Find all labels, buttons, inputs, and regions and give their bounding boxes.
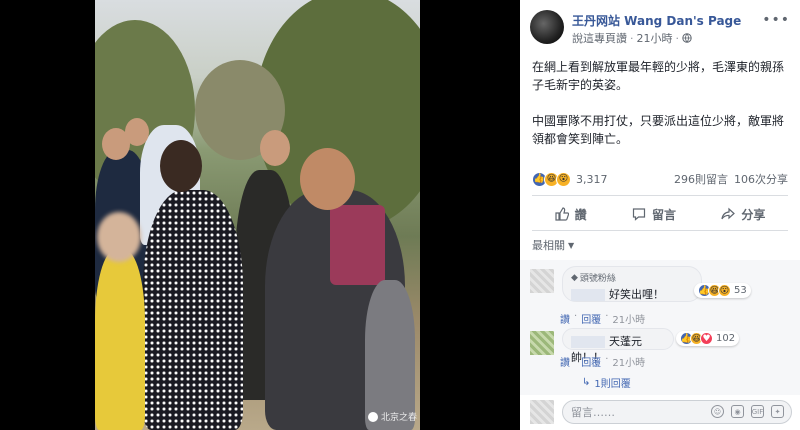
wechat-icon (368, 411, 378, 422)
comment-like-link[interactable]: 讚 (560, 311, 570, 326)
share-button[interactable]: 分享 (721, 206, 765, 223)
comment-meta: 讚 · 回覆 · 21小時 (560, 354, 646, 369)
divider (532, 230, 788, 231)
view-replies-link[interactable]: ↳ 1則回覆 (582, 375, 631, 390)
shares-count[interactable]: 106次分享 (734, 171, 788, 187)
gif-icon[interactable]: GIF (751, 405, 764, 418)
post-side-panel: 王丹网站 Wang Dan's Page 說這專頁讚 · 21小時 · ••• … (520, 0, 800, 430)
post-paragraph: 在網上看到解放軍最年輕的少將，毛澤東的親孫子毛新宇的英姿。 (532, 60, 785, 92)
person (143, 190, 243, 430)
comment-text: 好笑出哩！ (609, 288, 664, 301)
commenter-avatar[interactable] (530, 269, 554, 293)
comment-body: 好笑出哩！ (571, 286, 693, 302)
wow-reaction-icon[interactable]: 😮 (556, 171, 571, 187)
comment-item: 天蓬元帥！！ 👍 😆 ♥ 102 讚 · 回覆 · 21小時 ↳ 1則回覆 (530, 328, 792, 390)
post-actions: 讚 留言 分享 (532, 200, 788, 228)
comment-placeholder: 留言…… (571, 406, 615, 419)
comment-meta: 讚 · 回覆 · 21小時 (560, 311, 646, 326)
composer-tools: ☺ ◉ GIF ✦ (711, 405, 784, 418)
post-time[interactable]: 21小時 (637, 30, 673, 46)
caret-down-icon: ▼ (568, 240, 575, 250)
sticker-icon[interactable]: ✦ (771, 405, 784, 418)
page-name-link[interactable]: 王丹网站 Wang Dan's Page (572, 12, 741, 29)
comments-count[interactable]: 296則留言 (674, 171, 728, 187)
comment-item: ◆ 頭號粉絲 好笑出哩！ 👍 😆 😮 53 讚 · 回覆 · 21小時 (530, 266, 792, 328)
person-head (300, 148, 355, 210)
comment-reaction-count: 102 (716, 333, 736, 344)
comment-reaction-count: 53 (734, 285, 747, 296)
comment-reactions[interactable]: 👍 😆 😮 53 (694, 283, 751, 298)
comment-composer: 留言…… ☺ ◉ GIF ✦ (530, 397, 792, 427)
comment-bubble: 天蓬元帥！！ (562, 328, 674, 364)
top-fan-badge: ◆ 頭號粉絲 (571, 272, 616, 285)
comment-button[interactable]: 留言 (632, 206, 676, 223)
comment-icon (632, 208, 646, 221)
commenter-name[interactable] (571, 289, 605, 301)
camera-icon[interactable]: ◉ (731, 405, 744, 418)
person-head (97, 212, 141, 262)
person (365, 280, 415, 430)
current-user-avatar (530, 400, 554, 424)
comment-time[interactable]: 21小時 (612, 311, 645, 326)
comment-bubble: ◆ 頭號粉絲 好笑出哩！ (562, 266, 702, 302)
page-avatar[interactable] (530, 10, 564, 44)
photo-watermark: 北京之春 (368, 410, 417, 423)
reactions-summary: 👍 😆 😮 3,317 296則留言 106次分享 (532, 170, 788, 188)
share-arrow-icon (721, 207, 736, 220)
post-paragraph: 中國軍隊不用打仗，只要派出這位少將，敵軍將領都會笑到陣亡。 (532, 114, 785, 146)
person-head (160, 140, 202, 192)
emoji-icon[interactable]: ☺ (711, 405, 724, 418)
photo-viewer: 北京之春 (0, 0, 520, 430)
engagement-counts: 296則留言 106次分享 (674, 171, 788, 187)
comment-reactions[interactable]: 👍 😆 ♥ 102 (676, 331, 740, 346)
reply-arrow-icon: ↳ (582, 377, 591, 388)
comment-label: 留言 (651, 207, 676, 222)
comment-time[interactable]: 21小時 (612, 354, 645, 369)
person (95, 250, 145, 430)
post-subline: 說這專頁讚 · 21小時 · (572, 30, 692, 46)
diamond-icon: ◆ (571, 272, 578, 283)
person-head (125, 118, 149, 146)
separator: · (675, 31, 680, 45)
comment-reply-link[interactable]: 回覆 (581, 311, 601, 326)
post-text: 在網上看到解放軍最年輕的少將，毛澤東的親孫子毛新宇的英姿。 中國軍隊不用打仗，只… (532, 58, 788, 166)
comment-reply-link[interactable]: 回覆 (581, 354, 601, 369)
wow-reaction-icon: 😮 (718, 284, 731, 297)
post-photo[interactable] (95, 0, 420, 430)
love-reaction-icon: ♥ (700, 332, 713, 345)
comment-like-link[interactable]: 讚 (560, 354, 570, 369)
like-label: 讚 (574, 207, 587, 222)
separator: · (630, 31, 634, 45)
divider (532, 195, 788, 196)
comments-section: ◆ 頭號粉絲 好笑出哩！ 👍 😆 😮 53 讚 · 回覆 · 21小時 天蓬元帥… (520, 260, 800, 395)
reactions-count[interactable]: 3,317 (576, 173, 608, 186)
more-options-icon[interactable]: ••• (762, 12, 790, 28)
suggest-page-link[interactable]: 說這專頁讚 (572, 30, 627, 46)
person (330, 205, 385, 285)
post-header: 王丹网站 Wang Dan's Page 說這專頁讚 · 21小時 · ••• (530, 10, 792, 50)
sort-label: 最相關 (532, 239, 565, 252)
commenter-avatar[interactable] (530, 331, 554, 355)
globe-icon (682, 33, 692, 43)
share-label: 分享 (741, 207, 766, 222)
comment-sort-dropdown[interactable]: 最相關 ▼ (532, 237, 574, 253)
commenter-name[interactable] (571, 336, 605, 348)
thumbs-up-icon (555, 207, 569, 221)
like-button[interactable]: 讚 (555, 206, 587, 223)
person-head (260, 130, 290, 166)
